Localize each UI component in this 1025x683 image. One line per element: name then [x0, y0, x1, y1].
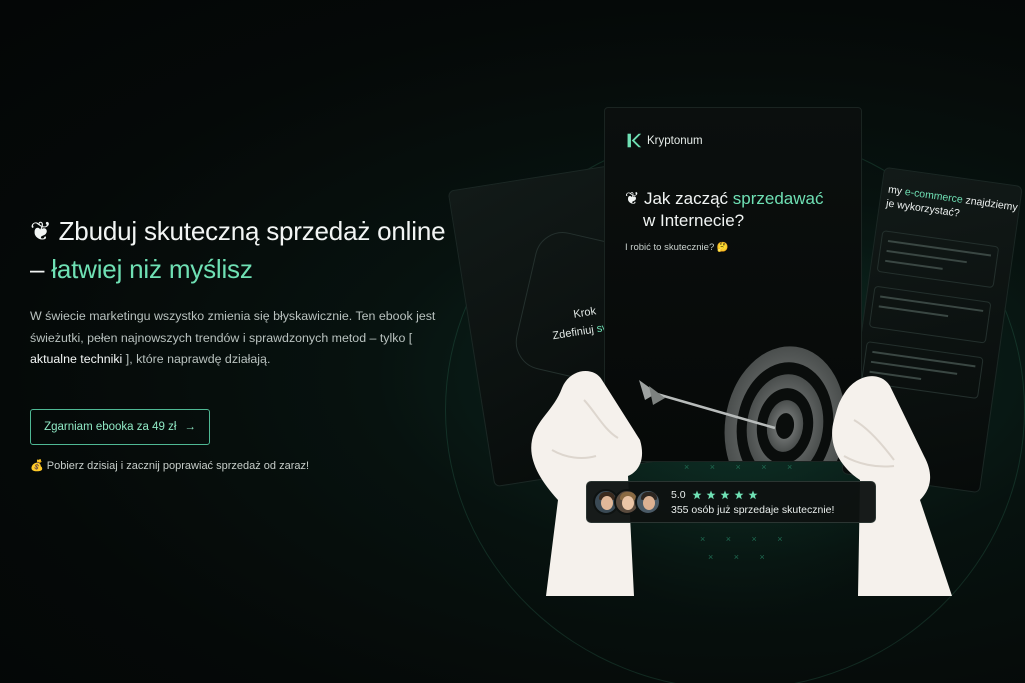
- hero-headline: ❦ Zbuduj skuteczną sprzedaż online – łat…: [30, 212, 450, 288]
- social-proof-badge: 5.0 355 osób już sprzedaje skutecznie!: [586, 481, 876, 523]
- money-bag-icon: 💰: [30, 460, 44, 472]
- star-icon: [748, 490, 758, 499]
- right-page-block: [868, 285, 992, 344]
- headline-emoji: ❦: [30, 216, 52, 246]
- star-icon: [734, 490, 744, 499]
- headline-accent: łatwiej niż myślisz: [51, 254, 253, 284]
- right-page-heading: my e-commerce znajdziemy je wykorzystać?: [885, 183, 1020, 229]
- buy-ebook-label: Zgarniam ebooka za 49 zł: [44, 421, 177, 433]
- buy-ebook-button[interactable]: Zgarniam ebooka za 49 zł →: [30, 409, 210, 445]
- decor-pattern: × × ×: [708, 552, 774, 562]
- avatar-group: [593, 489, 661, 515]
- brand-name: Kryptonum: [647, 134, 703, 147]
- star-icon: [720, 490, 730, 499]
- ebook-title-prefix: ❦ Jak zacząć: [625, 189, 733, 208]
- right-page-heading-prefix: my: [887, 183, 906, 198]
- star-icon: [692, 490, 702, 499]
- rating-stars: [692, 490, 758, 500]
- badge-text: 5.0 355 osób już sprzedaje skutecznie!: [671, 489, 834, 516]
- lead-text-1: W świecie marketingu wszystko zmienia si…: [30, 309, 436, 345]
- rating-row: 5.0: [671, 489, 834, 501]
- left-hand-illustration: [531, 370, 643, 596]
- rating-value: 5.0: [671, 488, 686, 501]
- ebook-title-accent: sprzedawać: [732, 189, 824, 208]
- brand: Kryptonum: [625, 132, 703, 149]
- hero-description: W świecie marketingu wszystko zmienia si…: [30, 306, 446, 371]
- ebook-subtitle: I robić to skutecznie? 🤔: [625, 242, 729, 253]
- social-proof-caption: 355 osób już sprzedaje skutecznie!: [671, 503, 835, 516]
- kryptonum-logo-icon: [627, 133, 642, 148]
- lead-text-2: ], które naprawdę działają.: [122, 352, 271, 366]
- star-icon: [706, 490, 716, 499]
- arrow-right-icon: →: [184, 421, 196, 433]
- decor-pattern: × × × ×: [700, 534, 792, 544]
- download-note: 💰 Pobierz dzisiaj i zacznij poprawiać sp…: [30, 459, 309, 472]
- ebook-title: ❦ Jak zacząć sprzedawać w Internecie?: [625, 188, 861, 232]
- right-page-block: [876, 230, 1000, 289]
- right-hand-illustration: [832, 376, 952, 596]
- download-note-text: Pobierz dzisiaj i zacznij poprawiać sprz…: [46, 460, 310, 472]
- lead-highlight: aktualne techniki: [30, 352, 123, 366]
- ebook-title-line2: w Internecie?: [643, 211, 745, 230]
- hero-section: ❦ Zbuduj skuteczną sprzedaż online – łat…: [30, 212, 450, 371]
- decor-pattern: × × × × ×: [684, 462, 802, 472]
- avatar: [635, 489, 661, 515]
